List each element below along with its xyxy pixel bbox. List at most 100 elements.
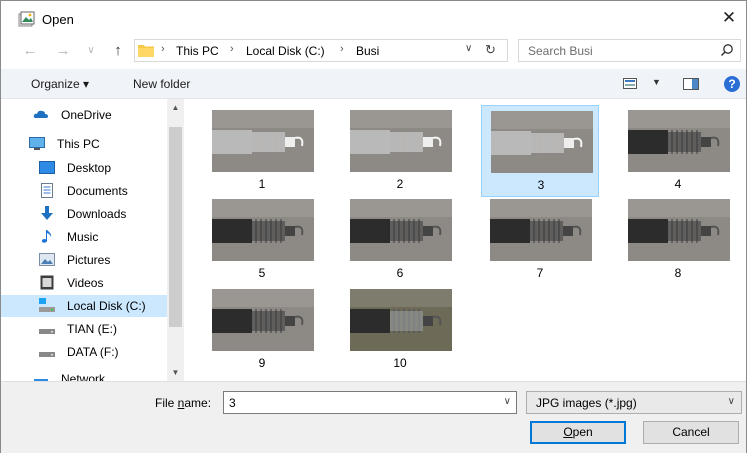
file-type-select[interactable]: JPG images (*.jpg) ∨ [526, 391, 742, 414]
file-tile[interactable]: 8 [619, 194, 737, 286]
drive-icon [39, 321, 55, 336]
sidebar-item-pictures[interactable]: Pictures [1, 249, 167, 271]
videos-icon [39, 275, 55, 290]
breadcrumb-separator[interactable]: › [340, 43, 344, 55]
file-name-label: 4 [674, 177, 682, 191]
sidebar-item-this-pc[interactable]: This PC [1, 133, 167, 155]
file-tile[interactable]: 1 [203, 105, 321, 197]
forward-arrow-icon[interactable]: → [53, 42, 73, 60]
search-box[interactable]: Search Busi [518, 39, 741, 62]
file-tile[interactable]: 6 [341, 194, 459, 286]
scrollbar-thumb[interactable] [169, 127, 182, 327]
cloud-icon [33, 107, 49, 122]
image-thumbnail [491, 111, 593, 173]
drive-icon [39, 344, 55, 359]
breadcrumb-busi[interactable]: Busi [356, 44, 379, 58]
file-name-input[interactable]: 3 ∨ [223, 391, 517, 414]
breadcrumb-this-pc[interactable]: This PC [176, 44, 219, 58]
file-tile[interactable]: 5 [203, 194, 321, 286]
sidebar-item-desktop[interactable]: Desktop [1, 157, 167, 179]
file-tile[interactable]: 3 [481, 105, 599, 197]
file-tile[interactable]: 10 [341, 284, 459, 376]
pictures-icon [39, 252, 55, 267]
file-type-value: JPG images (*.jpg) [536, 396, 637, 410]
new-folder-button[interactable]: New folder [133, 77, 190, 91]
image-thumbnail [212, 110, 314, 172]
image-thumbnail [212, 199, 314, 261]
navigation-scrollbar[interactable]: ▲ ▼ [167, 99, 184, 381]
breadcrumb-separator[interactable]: › [230, 43, 234, 55]
file-name-label: 9 [258, 356, 266, 370]
refresh-icon[interactable]: ↻ [485, 42, 496, 58]
documents-icon [39, 183, 55, 198]
navigation-bar: ← → ∨ ↑ › This PC › Local Disk (C:) › Bu… [1, 35, 746, 67]
desktop-icon [39, 160, 55, 175]
file-list: 1 2 3 4 5 6 7 8 9 10 [184, 99, 746, 381]
command-toolbar: Organize ▾ New folder ▼ ? [1, 69, 746, 99]
breadcrumb-separator: › [161, 43, 165, 55]
file-name-label: 3 [537, 178, 545, 192]
open-dialog-icon [18, 11, 35, 27]
file-name-value[interactable]: 3 [229, 396, 236, 410]
sidebar-item-videos[interactable]: Videos [1, 272, 167, 294]
sidebar-item-documents[interactable]: Documents [1, 180, 167, 202]
sidebar-item-label: Desktop [67, 161, 112, 175]
organize-button[interactable]: Organize ▾ [31, 77, 89, 91]
navigation-pane: OneDrive This PC Desktop Documents Downloads… [1, 99, 184, 381]
file-name-label: 7 [536, 266, 544, 280]
file-name-dropdown-chevron-icon[interactable]: ∨ [504, 396, 511, 407]
folder-icon [138, 45, 154, 57]
open-button[interactable]: Open [530, 421, 626, 444]
image-thumbnail [628, 199, 730, 261]
sidebar-item-label: TIAN (E:) [67, 322, 117, 336]
view-options-icon[interactable] [623, 78, 637, 89]
disk-icon [39, 298, 55, 313]
recent-locations-chevron-icon[interactable]: ∨ [81, 42, 101, 60]
file-name-label: 1 [258, 177, 266, 191]
view-dropdown-icon[interactable]: ▼ [652, 77, 661, 87]
image-thumbnail [212, 289, 314, 351]
address-bar[interactable]: › This PC › Local Disk (C:) › Busi ∨ ↻ [134, 39, 508, 62]
sidebar-item-data-f[interactable]: DATA (F:) [1, 341, 167, 363]
help-icon[interactable]: ? [724, 76, 740, 92]
scroll-down-icon[interactable]: ▼ [167, 364, 184, 381]
search-icon[interactable] [720, 43, 734, 57]
file-name-panel: File name: 3 ∨ JPG images (*.jpg) ∨ Open… [1, 381, 746, 453]
search-input[interactable]: Search Busi [528, 44, 593, 58]
downloads-icon [39, 206, 55, 221]
file-tile[interactable]: 4 [619, 105, 737, 197]
address-dropdown-chevron-icon[interactable]: ∨ [465, 43, 472, 54]
file-tile[interactable]: 9 [203, 284, 321, 376]
sidebar-item-label: Pictures [67, 253, 111, 267]
sidebar-item-label: DATA (F:) [67, 345, 119, 359]
cancel-button[interactable]: Cancel [643, 421, 739, 444]
scroll-up-icon[interactable]: ▲ [167, 99, 184, 116]
breadcrumb-local-disk[interactable]: Local Disk (C:) [246, 44, 325, 58]
title-bar: Open ✕ [1, 1, 746, 35]
up-arrow-icon[interactable]: ↑ [108, 42, 128, 60]
file-tile[interactable]: 7 [481, 194, 599, 286]
back-arrow-icon[interactable]: ← [20, 42, 40, 60]
close-button[interactable]: ✕ [712, 1, 746, 35]
preview-pane-icon[interactable] [683, 78, 699, 90]
sidebar-item-label: Network [61, 372, 106, 381]
file-name-label: 5 [258, 266, 266, 280]
sidebar-item-label: OneDrive [61, 108, 112, 122]
network-icon [33, 371, 49, 381]
sidebar-item-tian-e[interactable]: TIAN (E:) [1, 318, 167, 340]
file-name-label: 6 [396, 266, 404, 280]
image-thumbnail [350, 199, 452, 261]
sidebar-item-onedrive[interactable]: OneDrive [1, 104, 167, 126]
sidebar-item-label: Documents [67, 184, 128, 198]
image-thumbnail [490, 199, 592, 261]
file-tile[interactable]: 2 [341, 105, 459, 197]
file-name-label: 2 [396, 177, 404, 191]
file-type-chevron-icon[interactable]: ∨ [728, 396, 735, 407]
sidebar-item-label: This PC [57, 137, 100, 151]
sidebar-item-local-disk-c[interactable]: Local Disk (C:) [1, 295, 167, 317]
sidebar-item-music[interactable]: Music [1, 226, 167, 248]
sidebar-item-downloads[interactable]: Downloads [1, 203, 167, 225]
sidebar-item-label: Downloads [67, 207, 127, 221]
sidebar-item-network[interactable]: Network [1, 368, 167, 381]
music-icon [39, 229, 55, 244]
